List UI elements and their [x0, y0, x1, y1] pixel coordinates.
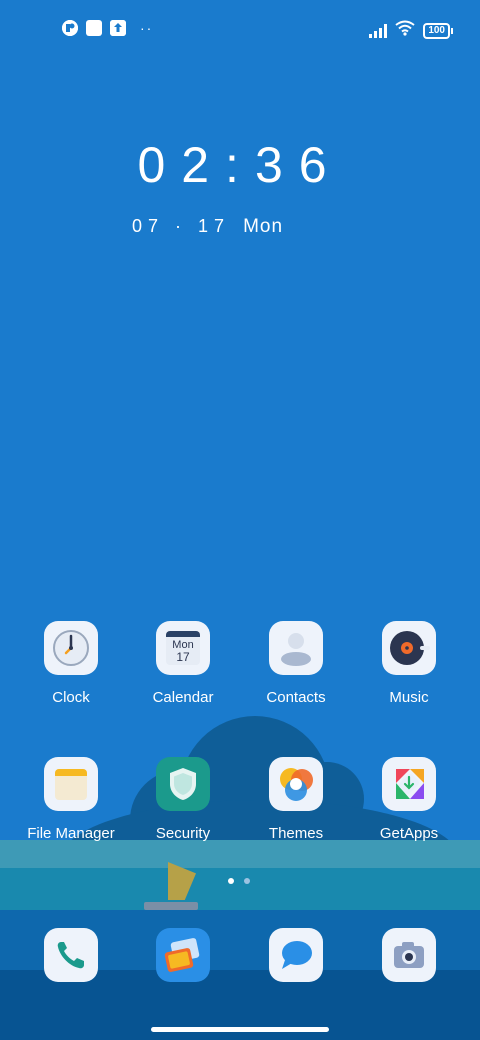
- camera-icon: [382, 928, 436, 982]
- app-music[interactable]: Music: [353, 621, 465, 706]
- notification-app-icon: [62, 20, 78, 36]
- app-contacts[interactable]: Contacts: [240, 621, 352, 706]
- gallery-icon: [156, 928, 210, 982]
- app-label: Calendar: [152, 689, 214, 706]
- status-bar: ·· 100: [0, 14, 480, 42]
- clock-time[interactable]: 02:36: [0, 136, 480, 194]
- messages-icon: [269, 928, 323, 982]
- app-themes[interactable]: Themes: [240, 757, 352, 842]
- file-manager-icon: [44, 757, 98, 811]
- app-label: Music: [389, 689, 429, 706]
- battery-icon: 100: [423, 22, 453, 39]
- app-label: Themes: [268, 825, 324, 842]
- date-text: 07 · 17: [132, 216, 231, 236]
- clock-icon: [44, 621, 98, 675]
- page-indicator[interactable]: [228, 878, 250, 884]
- dock-phone[interactable]: [15, 928, 127, 982]
- wifi-icon: [395, 20, 415, 41]
- calendar-icon: Mon 17: [156, 621, 210, 675]
- more-dots-icon: ··: [140, 20, 154, 36]
- phone-icon: [44, 928, 98, 982]
- dock-messages[interactable]: [240, 928, 352, 982]
- calendar-date: 17: [176, 650, 190, 664]
- app-label: GetApps: [379, 825, 439, 842]
- page-dot-active[interactable]: [228, 878, 234, 884]
- clock-date[interactable]: 07 · 17 Mon: [132, 216, 283, 238]
- page-dot[interactable]: [244, 878, 250, 884]
- square-icon: [86, 20, 102, 36]
- sailboat-hull: [144, 902, 198, 910]
- dock-camera[interactable]: [353, 928, 465, 982]
- app-label: Contacts: [266, 689, 326, 706]
- app-getapps[interactable]: GetApps: [353, 757, 465, 842]
- signal-icon: [369, 23, 388, 38]
- security-shield-icon: [156, 757, 210, 811]
- weekday-text: Mon: [243, 216, 284, 237]
- app-label: Clock: [52, 689, 90, 706]
- upload-icon: [110, 20, 126, 36]
- app-file-manager[interactable]: File Manager: [15, 757, 127, 842]
- dock-gallery[interactable]: [127, 928, 239, 982]
- music-icon: [382, 621, 436, 675]
- app-security[interactable]: Security: [127, 757, 239, 842]
- themes-icon: [269, 757, 323, 811]
- home-indicator-bar[interactable]: [151, 1027, 329, 1032]
- app-label: Security: [155, 825, 211, 842]
- getapps-icon: [382, 757, 436, 811]
- app-clock[interactable]: Clock: [15, 621, 127, 706]
- contacts-icon: [269, 621, 323, 675]
- app-label: File Manager: [27, 825, 115, 842]
- app-calendar[interactable]: Mon 17 Calendar: [127, 621, 239, 706]
